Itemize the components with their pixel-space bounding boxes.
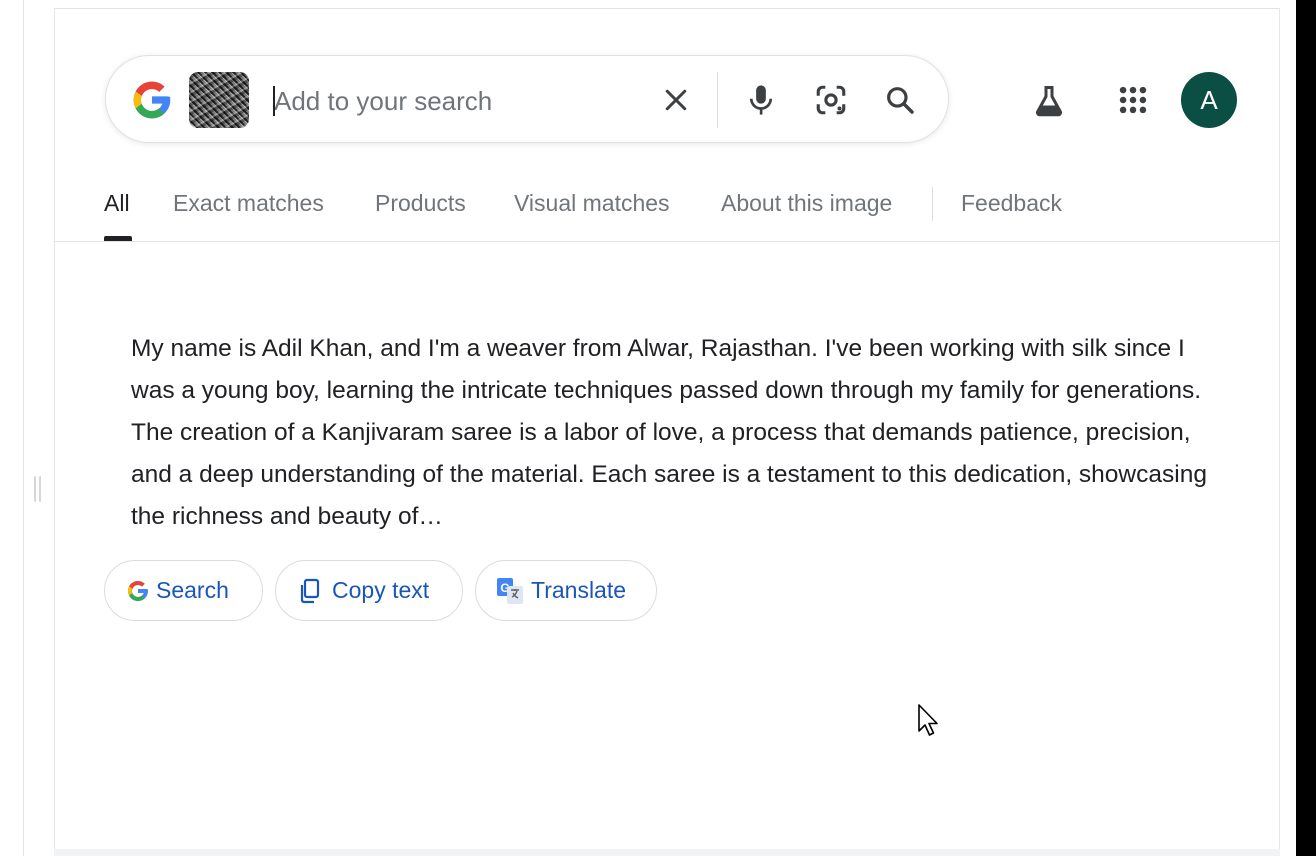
copy-text-button[interactable]: Copy text (275, 560, 463, 621)
close-icon (665, 89, 687, 111)
tab-about-this-image[interactable]: About this image (721, 190, 892, 217)
search-text-button[interactable]: Search (104, 560, 263, 621)
translate-icon: G (497, 577, 523, 604)
apps-grid-icon (1119, 86, 1147, 114)
labs-flask-icon (1036, 86, 1062, 117)
microphone-icon (749, 85, 773, 115)
frame-left-border (23, 0, 24, 856)
screen-edge (1296, 0, 1316, 856)
clear-search-button[interactable] (656, 80, 696, 120)
extracted-text[interactable]: My name is Adil Khan, and I'm a weaver f… (131, 328, 1221, 538)
google-g-icon (128, 580, 148, 601)
search-text-label: Search (156, 577, 229, 603)
search-button[interactable] (880, 80, 920, 120)
tab-all[interactable]: All (104, 190, 130, 217)
labs-button[interactable] (1026, 78, 1072, 124)
translate-button[interactable]: G Translate (475, 560, 657, 621)
lens-search-button[interactable] (811, 80, 851, 120)
search-box-divider (717, 72, 718, 128)
tabs-divider (55, 241, 1280, 242)
voice-search-button[interactable] (741, 80, 781, 120)
text-caret (273, 86, 275, 116)
copy-text-label: Copy text (332, 577, 430, 603)
tabs-separator (932, 187, 933, 221)
tab-visual-matches[interactable]: Visual matches (514, 190, 670, 217)
panel-footer-strip (54, 849, 1280, 856)
copy-icon (300, 578, 320, 603)
lens-camera-icon (816, 85, 846, 115)
search-input[interactable] (272, 80, 636, 122)
search-box (105, 55, 949, 143)
image-thumbnail[interactable] (189, 72, 249, 128)
resize-handle[interactable] (34, 476, 42, 502)
account-avatar[interactable]: A (1181, 72, 1237, 128)
google-logo[interactable] (130, 78, 174, 122)
mouse-pointer-icon (918, 704, 938, 736)
tab-feedback[interactable]: Feedback (961, 190, 1062, 217)
search-icon (887, 87, 914, 114)
tab-exact-matches[interactable]: Exact matches (173, 190, 324, 217)
translate-label: Translate (531, 577, 627, 603)
tab-products[interactable]: Products (375, 190, 466, 217)
google-apps-button[interactable] (1110, 77, 1156, 123)
